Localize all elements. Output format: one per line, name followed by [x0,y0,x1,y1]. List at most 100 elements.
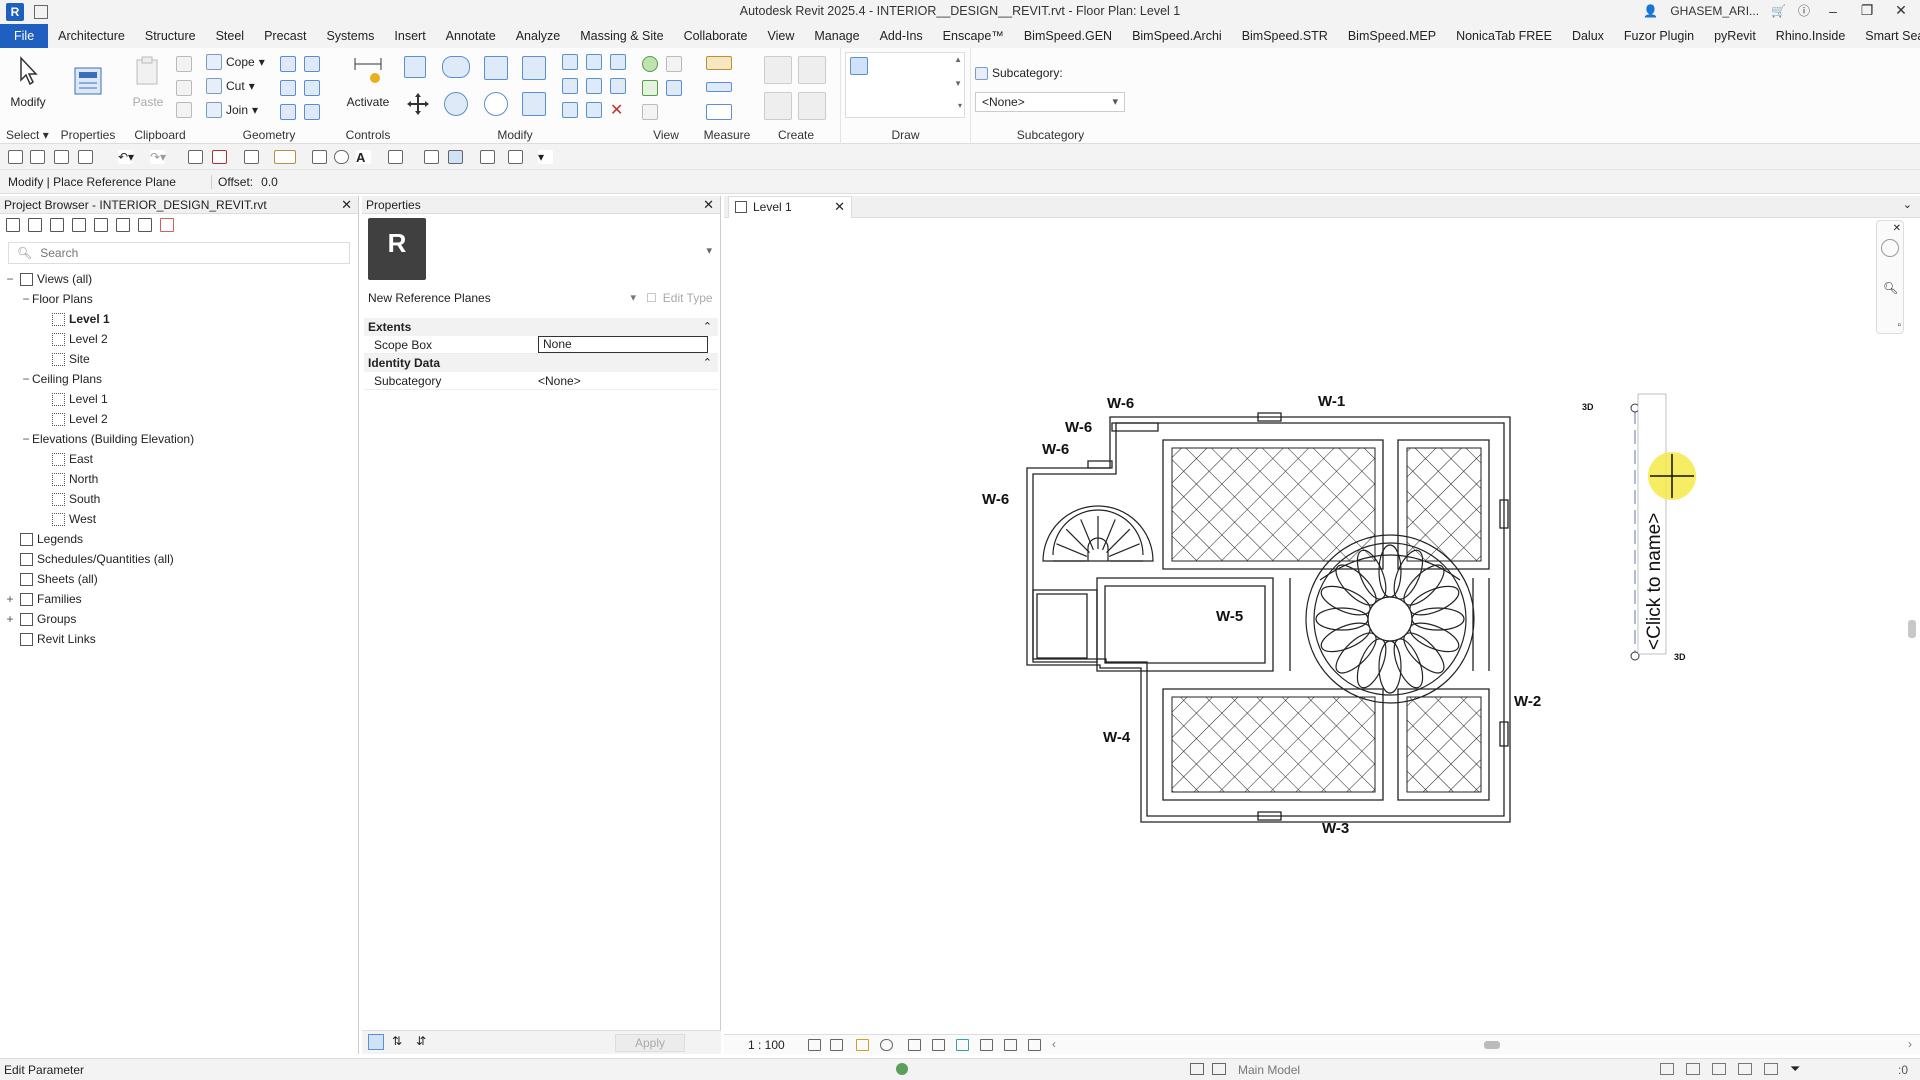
split-element-icon[interactable] [562,54,578,70]
mirror-pick-axis-icon[interactable] [484,56,508,80]
tree-item[interactable]: + Groups [4,610,76,628]
group-identity-data[interactable]: Identity Data ⌃ [364,354,718,372]
gallery-up-icon[interactable]: ▲ [954,55,962,64]
tree-item[interactable]: − Floor Plans [20,290,92,308]
sort-icon[interactable] [368,1034,384,1050]
collapse-icon[interactable]: − [20,290,32,308]
properties-button[interactable] [64,62,112,105]
scroll-right-icon[interactable]: › [1908,1037,1912,1051]
close-hidden-icon[interactable] [480,150,495,164]
home-icon[interactable] [6,218,20,232]
tab-manage[interactable]: Manage [804,24,869,48]
tree-item[interactable]: − Views (all) [4,270,92,288]
tree-item[interactable]: Level 2 [36,330,108,348]
join-button[interactable]: Join ▾ [206,102,258,118]
tab-menu-icon[interactable]: ⌄ [1903,198,1912,211]
view-options-icon[interactable] [666,80,682,96]
tab-fuzor[interactable]: Fuzor Plugin [1614,24,1704,48]
user-name[interactable]: GHASEM_ARI... [1670,4,1759,18]
detail-level-icon[interactable] [808,1039,821,1051]
copy-clipboard-icon[interactable] [176,80,192,96]
collapse-icon[interactable]: − [20,430,32,448]
create-parts-icon[interactable] [798,56,826,84]
filter-icon[interactable]: ⏷ [1790,1061,1800,1077]
show-crop-icon[interactable] [932,1039,945,1051]
reveal-hidden-icon[interactable] [980,1039,993,1051]
highlight-displacement-icon[interactable] [1028,1039,1041,1051]
rotate-icon[interactable] [484,92,508,116]
tab-massing-site[interactable]: Massing & Site [570,24,673,48]
split-face-icon[interactable] [304,56,320,72]
sun-path-icon[interactable] [856,1039,869,1051]
tab-precast[interactable]: Precast [254,24,316,48]
select-by-face-icon[interactable] [1738,1063,1752,1075]
wall-joins-icon[interactable] [280,56,296,72]
reference-plane[interactable]: <Click to name> [1630,393,1696,661]
sort-asc-icon[interactable]: ⇅ [392,1034,402,1048]
scroll-left-icon[interactable]: ‹ [1052,1037,1056,1051]
user-icon[interactable]: 👤 [1643,4,1658,18]
tab-insert[interactable]: Insert [384,24,435,48]
tab-pyrevit[interactable]: pyRevit [1704,24,1766,48]
join-roof-icon[interactable] [280,104,296,120]
move-icon[interactable] [406,92,430,116]
linework-icon[interactable] [642,80,658,96]
navbar-options-icon[interactable]: ▫ [1897,320,1901,331]
tree-item[interactable]: Sheets (all) [4,570,98,588]
section-icon[interactable] [424,150,439,164]
new-icon[interactable] [8,150,23,164]
save-icon[interactable] [54,150,69,164]
tab-architecture[interactable]: Architecture [48,24,135,48]
3d-marker[interactable]: 3D [1582,402,1594,412]
vertical-scrollbar[interactable] [1908,620,1916,638]
tab-bimspeed-str[interactable]: BimSpeed.STR [1232,24,1338,48]
open-icon[interactable] [30,150,45,164]
create-similar-icon[interactable] [798,92,826,120]
tree-item[interactable]: Level 2 [36,410,108,428]
steering-wheel-icon[interactable] [1881,239,1899,257]
revit-logo-icon[interactable]: R [6,3,24,21]
apply-button[interactable]: Apply [615,1034,685,1052]
wall-label[interactable]: W-6 [1107,395,1134,412]
paint-icon[interactable] [280,80,296,96]
tab-structure[interactable]: Structure [135,24,206,48]
link-icon[interactable] [160,218,174,232]
tab-nonicatab[interactable]: NonicaTab FREE [1446,24,1562,48]
customize-qat-icon[interactable]: ▾ [538,150,553,164]
draw-line-icon[interactable] [850,57,868,75]
tab-view[interactable]: View [758,24,805,48]
activate-button[interactable]: Activate [344,52,392,109]
active-workset[interactable]: Main Model [1238,1063,1300,1077]
chevron-down-icon[interactable]: ▾ [706,244,712,257]
reference-plane-name-label[interactable]: <Click to name> [1644,513,1665,650]
expand-icon[interactable]: + [4,610,16,628]
cut-clipboard-icon[interactable] [176,56,192,72]
wall-label[interactable]: W-6 [1042,441,1069,458]
wall-label[interactable]: W-6 [1065,419,1092,436]
tab-smart-search[interactable]: Smart Search [1855,24,1920,48]
tree-item[interactable]: Schedules/Quantities (all) [4,550,174,568]
gallery-expand-icon[interactable]: ▾ [958,101,962,110]
tree-item[interactable]: Level 1 [36,310,110,328]
select-underlay-icon[interactable] [1686,1063,1700,1075]
minimize-button[interactable]: – [1822,3,1844,19]
3d-marker[interactable]: 3D [1674,652,1686,662]
scale-icon[interactable] [586,78,602,94]
close-icon[interactable]: ✕ [703,196,714,214]
wall-label[interactable]: W-4 [1103,729,1131,746]
tab-enscape[interactable]: Enscape™ [933,24,1014,48]
array-icon[interactable] [562,78,578,94]
mirror-draw-axis-icon[interactable] [522,56,546,80]
visual-style-icon[interactable] [830,1039,843,1051]
tab-level-1[interactable]: Level 1 ✕ [728,196,852,218]
delete-icon[interactable]: ✕ [610,100,623,120]
default-3d-icon[interactable] [388,150,403,164]
tab-collaborate[interactable]: Collaborate [674,24,758,48]
print-icon[interactable] [188,150,203,164]
tree-item[interactable]: West [36,510,96,528]
wall-label[interactable]: W-2 [1514,693,1541,710]
tree-item[interactable]: Revit Links [4,630,96,648]
tab-analyze[interactable]: Analyze [506,24,570,48]
wall-label[interactable]: W-5 [1216,608,1243,625]
worksets-icon[interactable] [1190,1063,1204,1075]
